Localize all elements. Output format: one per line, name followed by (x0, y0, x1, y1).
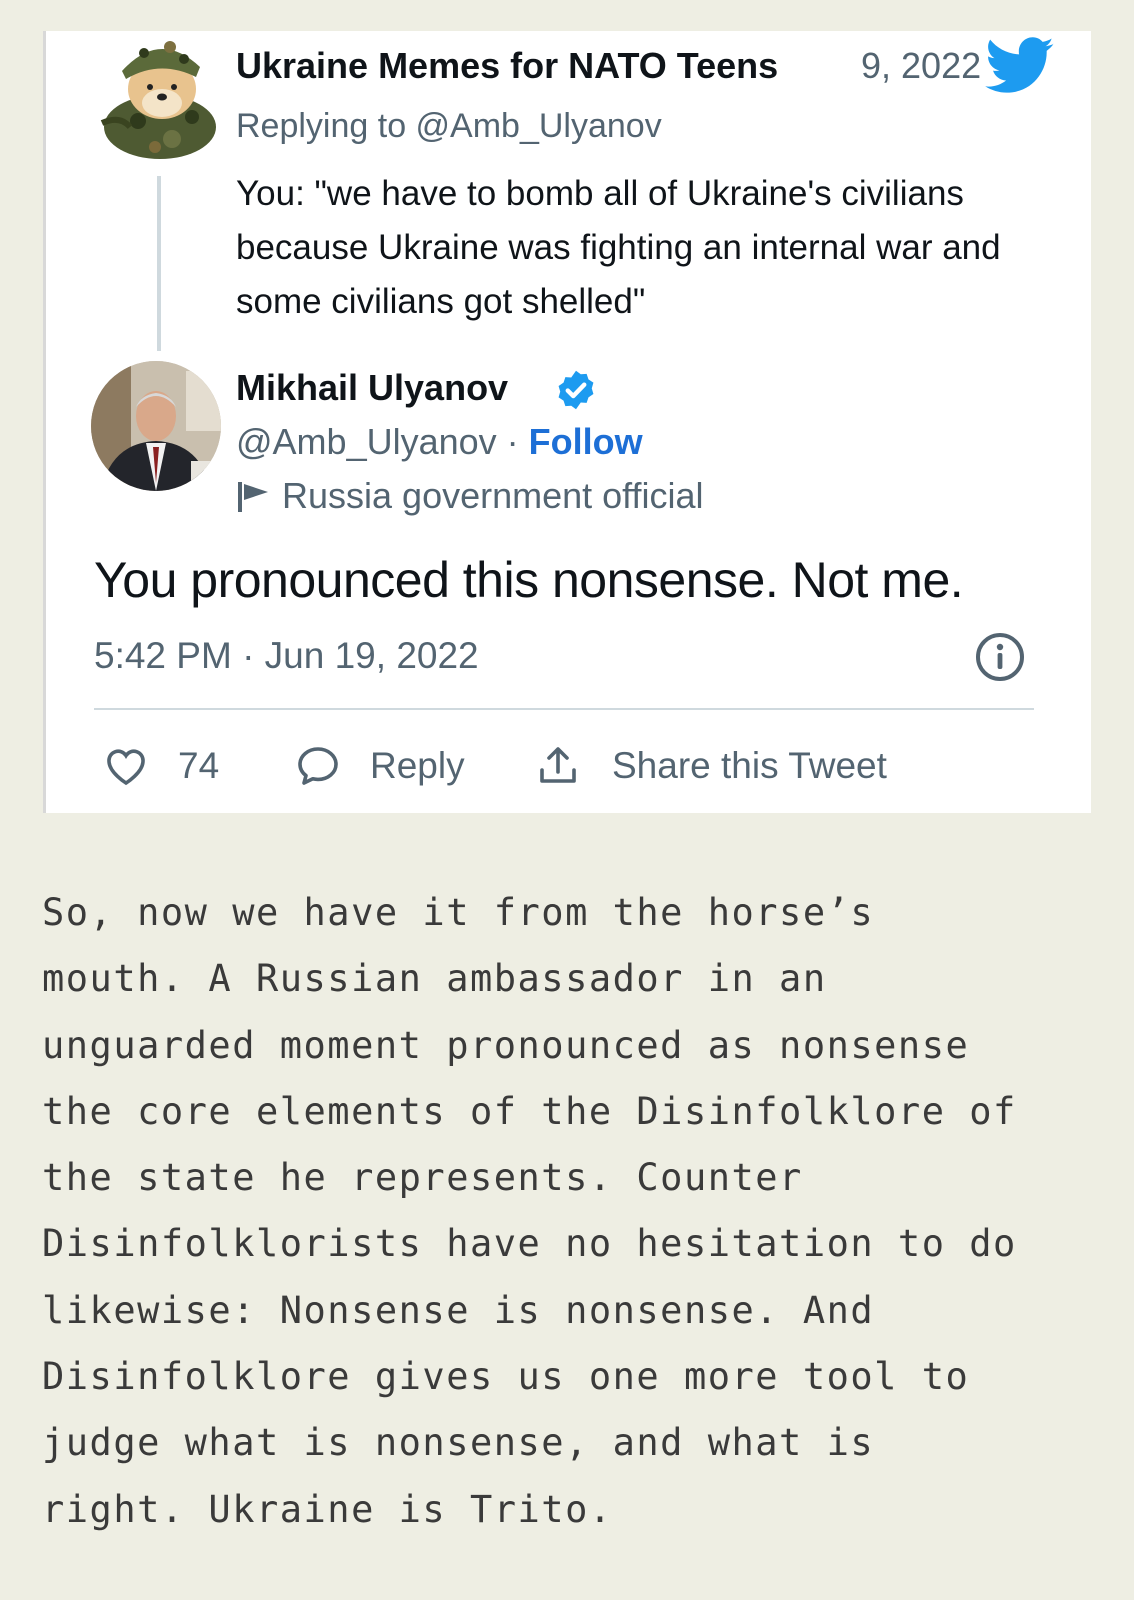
essay-line: judge what is nonsense, and what is (42, 1421, 875, 1465)
info-icon[interactable] (974, 631, 1026, 683)
reply-tweet-text: You: "we have to bomb all of Ukraine's c… (236, 174, 1001, 321)
essay-line: unguarded moment pronounced as nonsense (42, 1023, 970, 1067)
verified-badge-icon (558, 370, 594, 410)
speech-bubble-icon (298, 747, 338, 785)
share-upload-icon (540, 747, 576, 783)
essay-paragraph: So, now we have it from the horse’s mout… (42, 880, 1112, 1543)
heart-icon (107, 749, 145, 786)
share-label: Share this Tweet (612, 745, 887, 786)
follow-button[interactable]: Follow (529, 421, 643, 462)
main-author-name[interactable]: Mikhail Ulyanov (236, 367, 508, 409)
replying-to[interactable]: Replying to @Amb_Ulyanov (236, 107, 662, 146)
share-button[interactable]: Share this Tweet (534, 736, 887, 796)
reply-label: Reply (370, 745, 465, 786)
thread-connector (157, 176, 161, 351)
main-author-avatar[interactable] (91, 361, 221, 491)
main-tweet-text: You pronounced this nonsense. Not me. (94, 552, 964, 608)
like-button[interactable]: 74 (102, 736, 219, 796)
essay-line: Disinfolklorists have no hesitation to d… (42, 1222, 1017, 1266)
handle-row: @Amb_Ulyanov · Follow (236, 421, 643, 463)
divider (94, 708, 1034, 710)
reply-author-name[interactable]: Ukraine Memes for NATO Teens (236, 45, 778, 87)
essay-line: right. Ukraine is Trito. (42, 1487, 613, 1531)
essay-line: mouth. A Russian ambassador in an (42, 957, 827, 1001)
essay-line: So, now we have it from the horse’s (42, 891, 875, 934)
tweet-timestamp[interactable]: 5:42 PM · Jun 19, 2022 (94, 635, 479, 677)
essay-line: likewise: Nonsense is nonsense. And (42, 1288, 875, 1332)
reply-button[interactable]: Reply (294, 736, 465, 796)
account-label[interactable]: Russia government official (236, 475, 704, 517)
essay-line: Disinfolklore gives us one more tool to (42, 1355, 970, 1399)
essay-line: the state he represents. Counter (42, 1156, 803, 1200)
action-bar: 74 Reply Share this Tweet (94, 736, 1034, 796)
reply-date: 9, 2022 (861, 45, 982, 86)
essay-line: the core elements of the Disinfolklore o… (42, 1089, 1017, 1133)
reply-author-avatar[interactable] (100, 31, 218, 163)
handle-separator: · (496, 421, 529, 462)
flag-icon (238, 482, 268, 512)
tweet-card: Ukraine Memes for NATO Teens 9, 2022 Rep… (43, 31, 1091, 813)
twitter-bird-icon[interactable] (984, 37, 1056, 95)
like-count: 74 (178, 745, 220, 786)
account-label-text: Russia government official (282, 475, 704, 516)
main-author-handle[interactable]: @Amb_Ulyanov (236, 421, 497, 462)
